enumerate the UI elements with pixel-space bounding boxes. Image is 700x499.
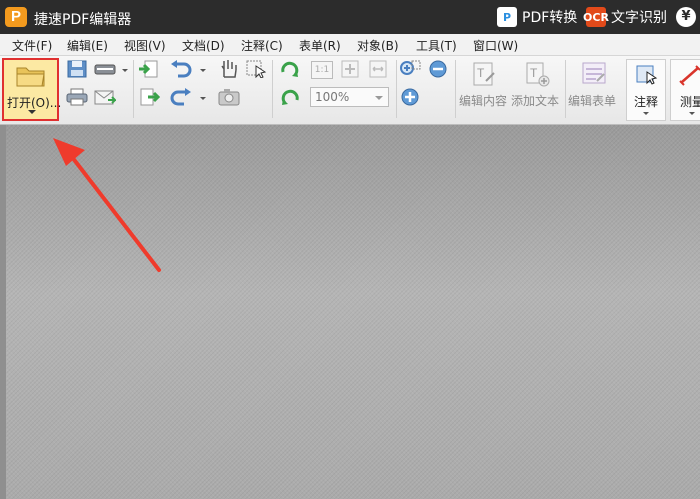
menu-document[interactable]: 文档(D) [182, 37, 225, 54]
measure-dropdown-arrow [689, 112, 695, 115]
annotate-button[interactable]: 注释 [626, 59, 666, 121]
print-icon[interactable] [66, 88, 88, 106]
toolbar-separator [565, 60, 566, 118]
edit-content-label: 编辑内容 [459, 94, 508, 108]
menu-tools[interactable]: 工具(T) [416, 37, 457, 54]
export-page-icon[interactable] [138, 88, 160, 106]
menu-object[interactable]: 对象(B) [357, 37, 399, 54]
undo-dropdown-arrow[interactable] [200, 69, 206, 72]
open-dropdown-arrow [28, 110, 36, 114]
document-canvas[interactable] [0, 125, 700, 499]
svg-text:T: T [477, 66, 485, 80]
edit-content-icon: T [473, 62, 495, 86]
edit-form-icon [582, 62, 606, 84]
fit-page-icon[interactable] [339, 60, 361, 78]
open-button[interactable]: 打开(O)... [2, 58, 62, 121]
zoom-out-icon[interactable] [427, 60, 449, 78]
menu-window[interactable]: 窗口(W) [473, 37, 518, 54]
add-text-label: 添加文本 [511, 94, 560, 108]
actual-size-button[interactable]: 1:1 [311, 61, 333, 79]
add-text-icon: T [526, 62, 550, 87]
snapshot-icon[interactable] [218, 88, 240, 106]
email-icon[interactable] [94, 88, 116, 106]
measure-icon [679, 65, 700, 86]
scan-dropdown-arrow[interactable] [122, 69, 128, 72]
zoom-dropdown-arrow [375, 96, 383, 100]
title-bar: P 捷速PDF编辑器 P PDF转换 OCR 文字识别 ¥ [0, 0, 700, 34]
pdf-convert-button[interactable]: P PDF转换 [497, 6, 577, 28]
annotate-label: 注释 [634, 95, 659, 109]
redo-dropdown-arrow[interactable] [200, 97, 206, 100]
app-title: 捷速PDF编辑器 [34, 12, 132, 28]
ocr-icon: OCR [583, 7, 609, 27]
import-page-icon[interactable] [138, 60, 160, 78]
svg-text:T: T [530, 66, 538, 80]
ocr-button[interactable]: OCR 文字识别 [583, 6, 667, 28]
menu-bar: 文件(F) 编辑(E) 视图(V) 文档(D) 注释(C) 表单(R) 对象(B… [0, 34, 700, 56]
toolbar-separator [272, 60, 273, 118]
hand-tool-icon[interactable] [218, 60, 240, 78]
edit-form-label: 编辑表单 [568, 94, 617, 108]
rotate-left-icon[interactable] [279, 88, 301, 106]
rotate-right-icon[interactable] [279, 60, 301, 78]
menu-file[interactable]: 文件(F) [12, 37, 52, 54]
menu-comment[interactable]: 注释(C) [241, 37, 283, 54]
scan-icon[interactable] [94, 60, 116, 78]
toolbar-separator [455, 60, 456, 118]
toolbar-separator [133, 60, 134, 118]
annotate-icon [636, 65, 658, 85]
redo-icon[interactable] [170, 88, 192, 106]
undo-icon[interactable] [170, 60, 192, 78]
annotate-dropdown-arrow [643, 112, 649, 115]
measure-button[interactable]: 测量 [670, 59, 700, 121]
zoom-select[interactable]: 100% [310, 87, 389, 107]
ocr-label: 文字识别 [611, 10, 667, 26]
toolbar-separator [396, 60, 397, 118]
menu-edit[interactable]: 编辑(E) [67, 37, 108, 54]
fit-width-icon[interactable] [367, 60, 389, 78]
measure-label: 测量 [680, 95, 700, 109]
menu-form[interactable]: 表单(R) [299, 37, 341, 54]
select-text-icon[interactable] [246, 60, 268, 78]
zoom-in-icon[interactable] [399, 88, 421, 106]
app-logo-icon: P [5, 7, 27, 27]
open-label: 打开(O)... [7, 96, 62, 110]
canvas-left-edge [0, 125, 6, 499]
zoom-area-icon[interactable] [399, 60, 421, 78]
pdf-convert-icon: P [497, 7, 517, 27]
save-icon[interactable] [66, 60, 88, 78]
zoom-value: 100% [315, 90, 350, 104]
folder-icon [16, 67, 45, 87]
menu-view[interactable]: 视图(V) [124, 37, 166, 54]
currency-icon[interactable]: ¥ [676, 7, 696, 27]
pdf-convert-label: PDF转换 [522, 10, 578, 26]
